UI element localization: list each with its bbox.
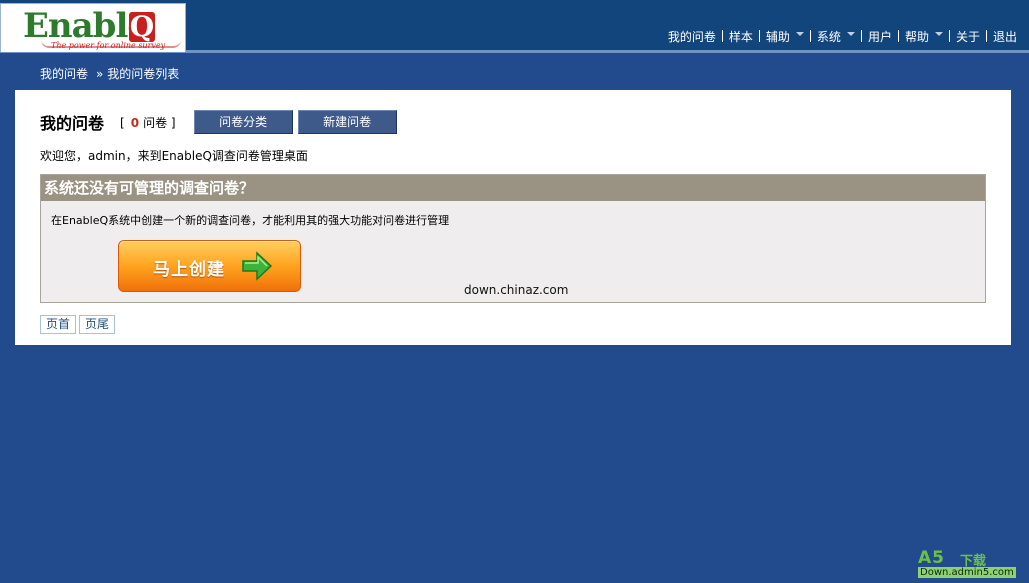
main-panel: 我的问卷 [0 问卷 ] 问卷分类 新建问卷 欢迎您，admin，来到Enable… bbox=[15, 90, 1011, 345]
top-header: Enable Q The power for online survey 我的问… bbox=[0, 0, 1029, 53]
breadcrumb-current: 我的问卷列表 bbox=[107, 67, 180, 81]
chevron-down-icon bbox=[795, 32, 804, 36]
nav-label: 用户 bbox=[867, 29, 892, 44]
survey-count-value: 0 bbox=[130, 115, 140, 130]
nav-users[interactable]: 用户 bbox=[862, 28, 898, 45]
breadcrumb: 我的问卷 » 我的问卷列表 bbox=[40, 65, 179, 82]
nav-label: 系统 bbox=[816, 29, 841, 44]
arrow-right-icon bbox=[242, 251, 273, 281]
pagination: 页首 页尾 bbox=[40, 315, 116, 334]
survey-count-unit: 问卷 bbox=[143, 115, 168, 130]
nav-label: 关于 bbox=[955, 29, 980, 44]
page-title: 我的问卷 bbox=[40, 114, 105, 133]
nav-label: 我的问卷 bbox=[667, 29, 716, 44]
nav-logout[interactable]: 退出 bbox=[987, 28, 1023, 45]
a5-download-logo: A5 下载 Down.admin5.com bbox=[916, 548, 1026, 580]
site-watermark: down.chinaz.com bbox=[464, 283, 569, 297]
survey-count: [0 问卷 ] bbox=[120, 114, 176, 131]
nav-label: 退出 bbox=[992, 29, 1017, 44]
nav-label: 帮助 bbox=[904, 29, 929, 44]
survey-category-button[interactable]: 问卷分类 bbox=[193, 110, 293, 134]
nav-samples[interactable]: 样本 bbox=[723, 28, 759, 45]
new-survey-button[interactable]: 新建问卷 bbox=[297, 110, 397, 134]
enableq-logo[interactable]: Enable Q The power for online survey bbox=[0, 3, 186, 52]
corner-logo-url: Down.admin5.com bbox=[918, 567, 1016, 578]
count-bracket-open: [ bbox=[120, 115, 125, 130]
nav-label: 辅助 bbox=[765, 29, 790, 44]
chevron-down-icon bbox=[934, 32, 943, 36]
logo-q-mark: Q bbox=[129, 10, 155, 43]
nav-system[interactable]: 系统 bbox=[811, 28, 861, 45]
nav-help[interactable]: 帮助 bbox=[899, 28, 949, 45]
first-page-button[interactable]: 页首 bbox=[40, 315, 77, 334]
separator-glyph: » bbox=[96, 67, 104, 81]
empty-box-description: 在EnableQ系统中创建一个新的调查问卷，才能利用其的强大功能对问卷进行管理 bbox=[51, 214, 450, 227]
main-nav: 我的问卷 样本 辅助 系统 用户 帮助 关于 退出 bbox=[662, 28, 1023, 44]
title-row: 我的问卷 [0 问卷 ] 问卷分类 新建问卷 bbox=[40, 110, 402, 134]
empty-box-heading: 系统还没有可管理的调查问卷？ bbox=[41, 175, 985, 201]
nav-about[interactable]: 关于 bbox=[950, 28, 986, 45]
welcome-message: 欢迎您，admin，来到EnableQ调查问卷管理桌面 bbox=[40, 149, 308, 163]
nav-label: 样本 bbox=[728, 29, 753, 44]
breadcrumb-separator: » 我的问卷列表 bbox=[96, 65, 179, 82]
last-page-button[interactable]: 页尾 bbox=[79, 315, 116, 334]
corner-logo-brand: A5 bbox=[918, 548, 945, 568]
nav-my-surveys[interactable]: 我的问卷 bbox=[662, 28, 722, 45]
nav-assist[interactable]: 辅助 bbox=[760, 28, 810, 45]
empty-surveys-box: 系统还没有可管理的调查问卷？ 在EnableQ系统中创建一个新的调查问卷，才能利… bbox=[40, 174, 986, 303]
breadcrumb-root-link[interactable]: 我的问卷 bbox=[40, 65, 88, 82]
create-now-label: 马上创建 bbox=[153, 260, 225, 280]
create-now-button[interactable]: 马上创建 bbox=[118, 240, 301, 292]
chevron-down-icon bbox=[846, 32, 855, 36]
logo-tagline: The power for online survey bbox=[51, 41, 166, 50]
count-bracket-close: ] bbox=[170, 115, 176, 130]
